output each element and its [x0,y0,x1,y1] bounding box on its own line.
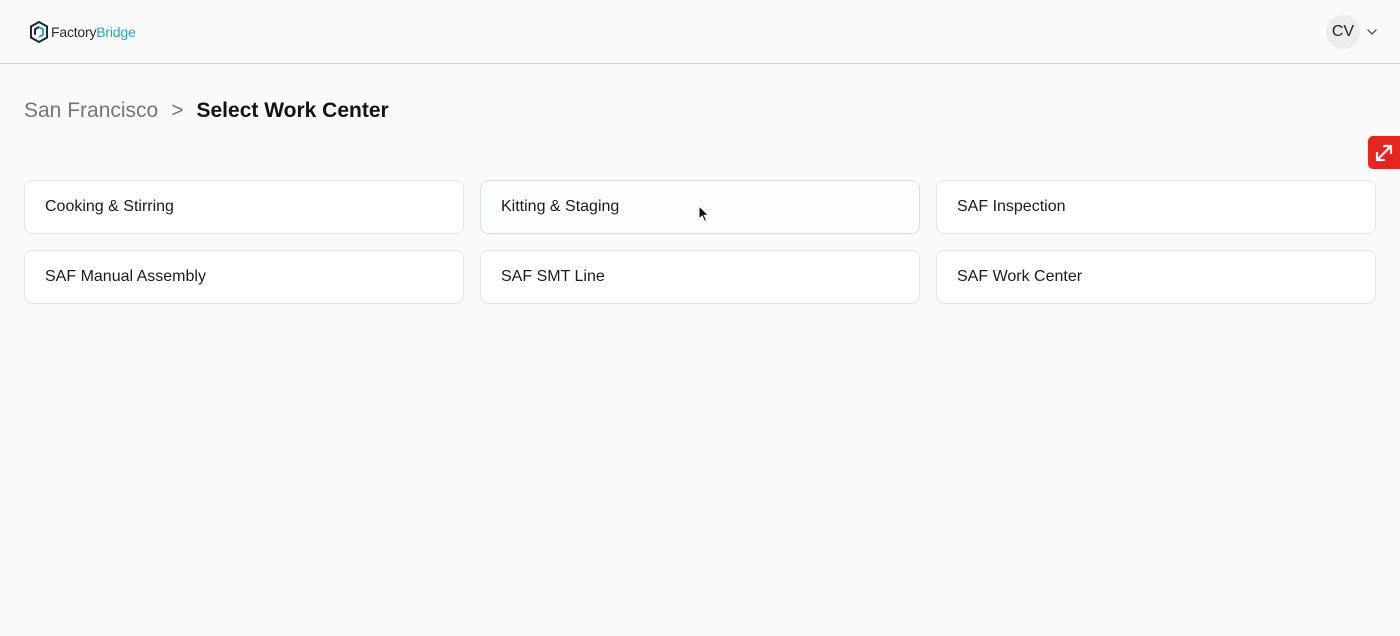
work-center-card-saf-smt-line[interactable]: SAF SMT Line [480,250,920,304]
top-bar: FactoryBridge CV [0,0,1400,64]
work-center-card-kitting-staging[interactable]: Kitting & Staging [480,180,920,234]
logo-text-factory: Factory [51,24,97,40]
page-title: Select Work Center [196,99,389,122]
work-center-card-saf-inspection[interactable]: SAF Inspection [936,180,1376,234]
work-center-card-cooking-stirring[interactable]: Cooking & Stirring [24,180,464,234]
breadcrumb-parent-link[interactable]: San Francisco [24,99,158,123]
work-center-card-saf-manual-assembly[interactable]: SAF Manual Assembly [24,250,464,304]
work-center-label: SAF SMT Line [501,268,605,285]
user-menu[interactable]: CV [1326,15,1378,49]
breadcrumb-separator: > [171,99,184,122]
work-center-label: Kitting & Staging [501,198,620,215]
work-center-grid: Cooking & Stirring Kitting & Staging SAF… [24,180,1376,304]
work-center-label: SAF Work Center [957,268,1083,285]
work-center-label: SAF Inspection [957,198,1066,215]
logo-text: FactoryBridge [51,24,136,40]
factorybridge-logo-icon [30,21,48,43]
side-expand-tab[interactable] [1368,136,1400,169]
expand-arrows-icon [1375,144,1393,161]
work-center-label: SAF Manual Assembly [45,268,206,285]
factorybridge-logo[interactable]: FactoryBridge [29,20,136,44]
work-center-card-saf-work-center[interactable]: SAF Work Center [936,250,1376,304]
logo-text-bridge: Bridge [96,24,136,40]
breadcrumb: San Francisco > Select Work Center [24,98,389,124]
avatar[interactable]: CV [1326,15,1360,49]
chevron-down-icon[interactable] [1366,26,1378,38]
work-center-label: Cooking & Stirring [45,198,174,215]
